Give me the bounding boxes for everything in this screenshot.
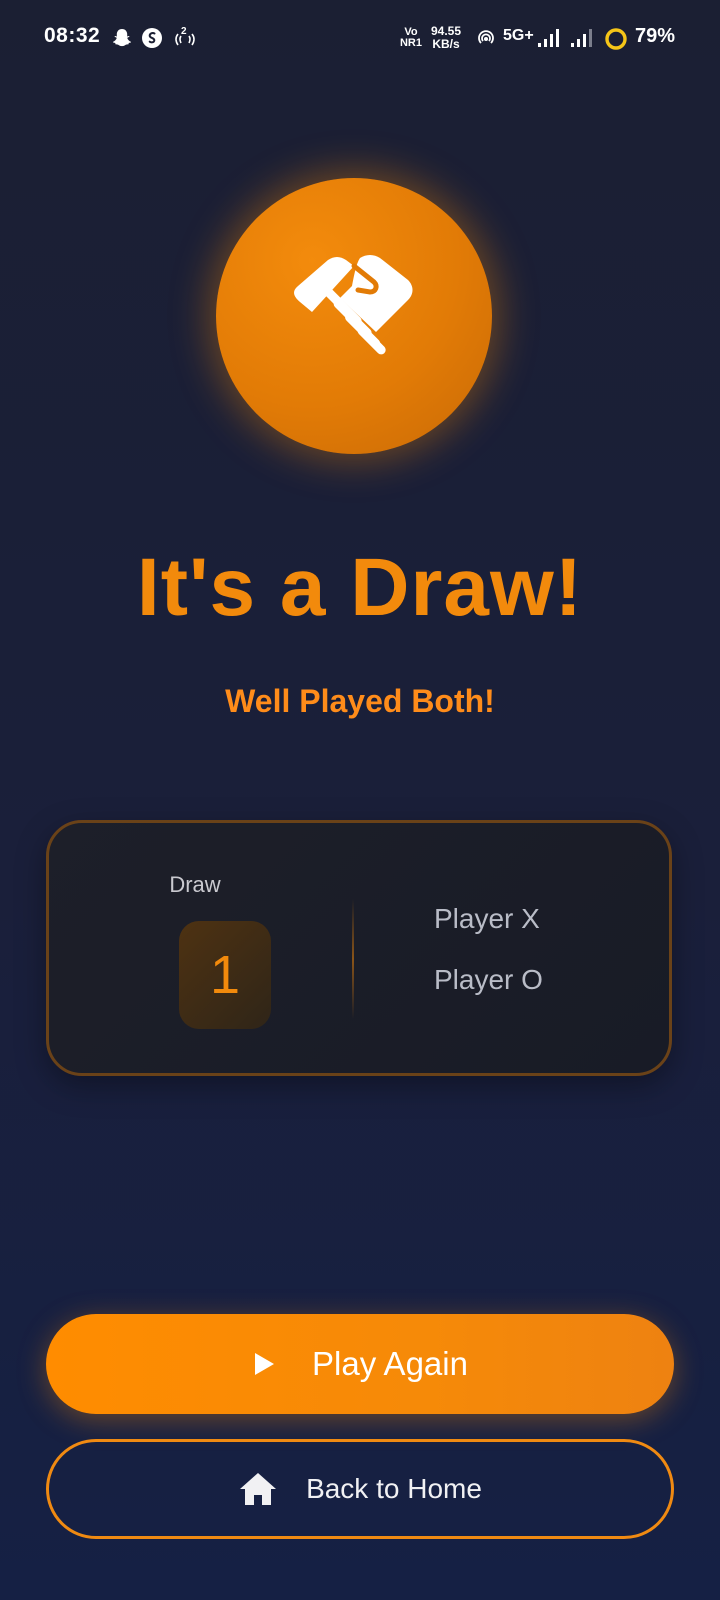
play-again-label: Play Again: [312, 1345, 468, 1382]
result-subtitle: Well Played Both!: [225, 683, 495, 719]
volte-bottom: NR1: [399, 37, 422, 49]
signal-icon-2: [571, 29, 592, 47]
network-speed: 94.55 KB/s: [427, 25, 465, 51]
result-medallion: [216, 178, 492, 454]
battery-icon: [605, 28, 627, 50]
player-o-name: Player O: [434, 964, 543, 995]
status-bar: 08:32 2 Vo NR1 94.55 KB/s 5G+ 79%: [0, 0, 720, 76]
result-title: It's a Draw!: [136, 542, 584, 633]
network-type: 5G+: [503, 27, 534, 44]
draw-label: Draw: [169, 872, 221, 897]
back-to-home-label: Back to Home: [306, 1473, 482, 1504]
play-again-button[interactable]: Play Again: [46, 1314, 674, 1414]
score-card: Draw 1 Player X Player O: [46, 820, 672, 1076]
signal-icon: [538, 29, 559, 47]
hotspot-count: 2: [181, 26, 187, 37]
shazam-icon: [142, 28, 162, 48]
speed-unit: KB/s: [432, 37, 460, 51]
home-icon: [240, 1473, 277, 1505]
player-x-name: Player X: [434, 903, 540, 934]
status-time: 08:32: [44, 24, 101, 47]
back-to-home-button[interactable]: Back to Home: [46, 1439, 674, 1539]
hotspot-icon: 2: [172, 26, 198, 50]
battery-percent: 79%: [635, 25, 676, 47]
volte-indicator: Vo NR1: [399, 27, 423, 49]
nfc-signal-icon: [478, 30, 494, 44]
draw-count: 1: [179, 921, 271, 1029]
handshake-icon: [294, 255, 413, 355]
play-icon: [255, 1353, 275, 1375]
card-divider: [352, 899, 354, 1019]
snapchat-icon: [112, 29, 132, 47]
